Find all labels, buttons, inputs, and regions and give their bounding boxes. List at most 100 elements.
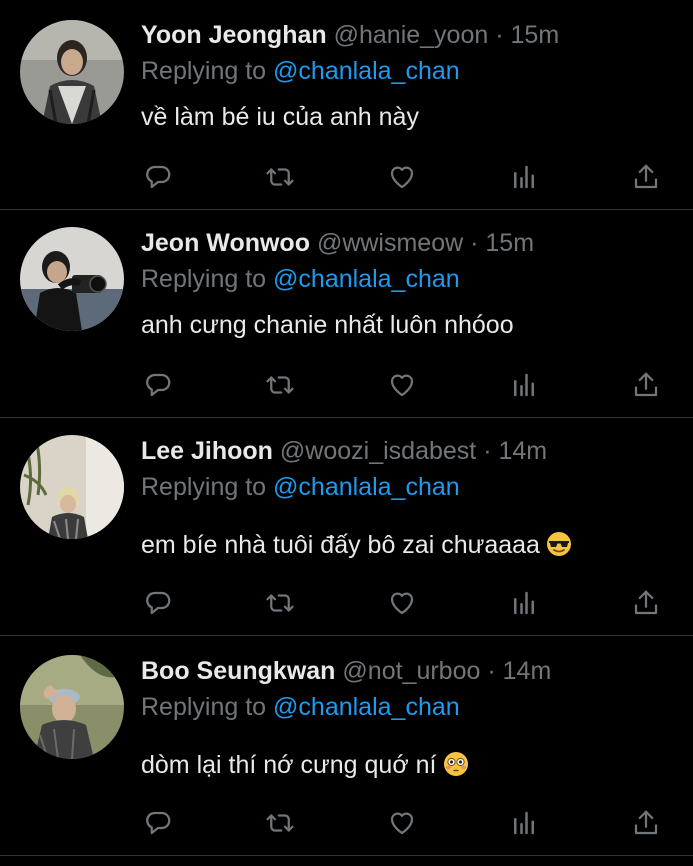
- share-icon: [634, 164, 658, 189]
- share-icon: [634, 810, 658, 835]
- share-icon: [634, 372, 658, 397]
- avatar[interactable]: [20, 435, 124, 539]
- separator-dot: ·: [483, 437, 492, 465]
- action-bar: [0, 803, 693, 843]
- like-button[interactable]: [382, 365, 422, 405]
- tweet-text-row: em bíe nhà tuôi đấy bô zai chưaaaa: [141, 527, 572, 567]
- share-button[interactable]: [626, 803, 666, 843]
- analytics-button[interactable]: [504, 157, 544, 197]
- tweet-text: anh cưng chanie nhất luôn nhóoo: [141, 311, 514, 339]
- retweet-icon: [266, 814, 294, 832]
- tweet-text-row: dòm lại thí nớ cưng quớ ní: [141, 747, 469, 787]
- tweet-header: Lee Jihoon @woozi_isdabest · 14m: [141, 433, 547, 469]
- mention-link[interactable]: @chanlala_chan: [273, 473, 460, 501]
- share-button[interactable]: [626, 157, 666, 197]
- divider: [0, 855, 693, 856]
- reply-button[interactable]: [138, 803, 178, 843]
- flushed-emoji-icon: [443, 751, 469, 787]
- divider: [0, 635, 693, 636]
- display-name[interactable]: Jeon Wonwoo: [141, 229, 310, 257]
- display-name[interactable]: Yoon Jeonghan: [141, 21, 327, 49]
- mention-link[interactable]: @chanlala_chan: [273, 693, 460, 721]
- reply-icon: [146, 811, 171, 835]
- avatar[interactable]: [20, 20, 124, 124]
- user-handle[interactable]: @woozi_isdabest: [280, 437, 476, 465]
- avatar[interactable]: [20, 227, 124, 331]
- like-icon: [390, 374, 414, 397]
- tweet-text: em bíe nhà tuôi đấy bô zai chưaaaa: [141, 531, 540, 559]
- share-button[interactable]: [626, 583, 666, 623]
- timestamp[interactable]: 15m: [511, 21, 560, 49]
- action-bar: [0, 365, 693, 405]
- mention-link[interactable]: @chanlala_chan: [273, 57, 460, 85]
- like-icon: [390, 812, 414, 835]
- action-bar: [0, 157, 693, 197]
- like-button[interactable]: [382, 583, 422, 623]
- action-bar: [0, 583, 693, 623]
- retweet-icon: [266, 168, 294, 186]
- divider: [0, 209, 693, 210]
- sunglasses-emoji-icon: [546, 531, 572, 567]
- tweet[interactable]: Boo Seungkwan @not_urboo · 14m Replying …: [0, 653, 693, 866]
- replying-to: Replying to @chanlala_chan: [141, 53, 460, 89]
- separator-dot: ·: [470, 229, 479, 257]
- tweet[interactable]: Lee Jihoon @woozi_isdabest · 14m Replyin…: [0, 433, 693, 635]
- analytics-icon: [514, 373, 534, 397]
- retweet-icon: [266, 376, 294, 394]
- replying-to: Replying to @chanlala_chan: [141, 261, 460, 297]
- like-button[interactable]: [382, 803, 422, 843]
- retweet-button[interactable]: [260, 365, 300, 405]
- retweet-button[interactable]: [260, 157, 300, 197]
- analytics-button[interactable]: [504, 583, 544, 623]
- analytics-icon: [514, 165, 534, 189]
- replying-to-label: Replying to: [141, 473, 274, 501]
- display-name[interactable]: Boo Seungkwan: [141, 657, 335, 685]
- analytics-button[interactable]: [504, 365, 544, 405]
- tweet-header: Boo Seungkwan @not_urboo · 14m: [141, 653, 551, 689]
- mention-link[interactable]: @chanlala_chan: [273, 265, 460, 293]
- retweet-icon: [266, 594, 294, 612]
- analytics-button[interactable]: [504, 803, 544, 843]
- avatar-photo-jeonghan-icon: [20, 20, 124, 124]
- analytics-icon: [514, 591, 534, 615]
- replying-to-label: Replying to: [141, 693, 274, 721]
- tweet[interactable]: Jeon Wonwoo @wwismeow · 15m Replying to …: [0, 225, 693, 417]
- tweet-text: dòm lại thí nớ cưng quớ ní: [141, 751, 437, 779]
- timestamp[interactable]: 14m: [498, 437, 547, 465]
- replying-to-label: Replying to: [141, 265, 274, 293]
- like-icon: [390, 166, 414, 189]
- user-handle[interactable]: @not_urboo: [342, 657, 480, 685]
- replying-to: Replying to @chanlala_chan: [141, 469, 460, 505]
- tweet-header: Yoon Jeonghan @hanie_yoon · 15m: [141, 17, 559, 53]
- retweet-button[interactable]: [260, 583, 300, 623]
- divider: [0, 417, 693, 418]
- tweet-header: Jeon Wonwoo @wwismeow · 15m: [141, 225, 534, 261]
- like-button[interactable]: [382, 157, 422, 197]
- user-handle[interactable]: @hanie_yoon: [334, 21, 489, 49]
- replying-to-label: Replying to: [141, 57, 274, 85]
- timestamp[interactable]: 14m: [503, 657, 552, 685]
- replying-to: Replying to @chanlala_chan: [141, 689, 460, 725]
- separator-dot: ·: [495, 21, 504, 49]
- retweet-button[interactable]: [260, 803, 300, 843]
- separator-dot: ·: [487, 657, 496, 685]
- avatar-photo-jihoon-icon: [20, 435, 124, 539]
- tweet-text: về làm bé iu của anh này: [141, 103, 419, 131]
- tweet[interactable]: Yoon Jeonghan @hanie_yoon · 15m Replying…: [0, 17, 693, 209]
- avatar-photo-seungkwan-icon: [20, 655, 124, 759]
- avatar[interactable]: [20, 655, 124, 759]
- analytics-icon: [514, 811, 534, 835]
- reply-button[interactable]: [138, 365, 178, 405]
- timestamp[interactable]: 15m: [485, 229, 534, 257]
- reply-icon: [146, 165, 171, 189]
- avatar-photo-wonwoo-icon: [20, 227, 124, 331]
- reply-button[interactable]: [138, 157, 178, 197]
- display-name[interactable]: Lee Jihoon: [141, 437, 273, 465]
- user-handle[interactable]: @wwismeow: [317, 229, 463, 257]
- reply-icon: [146, 591, 171, 615]
- share-icon: [634, 590, 658, 615]
- reply-icon: [146, 373, 171, 397]
- like-icon: [390, 592, 414, 615]
- reply-button[interactable]: [138, 583, 178, 623]
- share-button[interactable]: [626, 365, 666, 405]
